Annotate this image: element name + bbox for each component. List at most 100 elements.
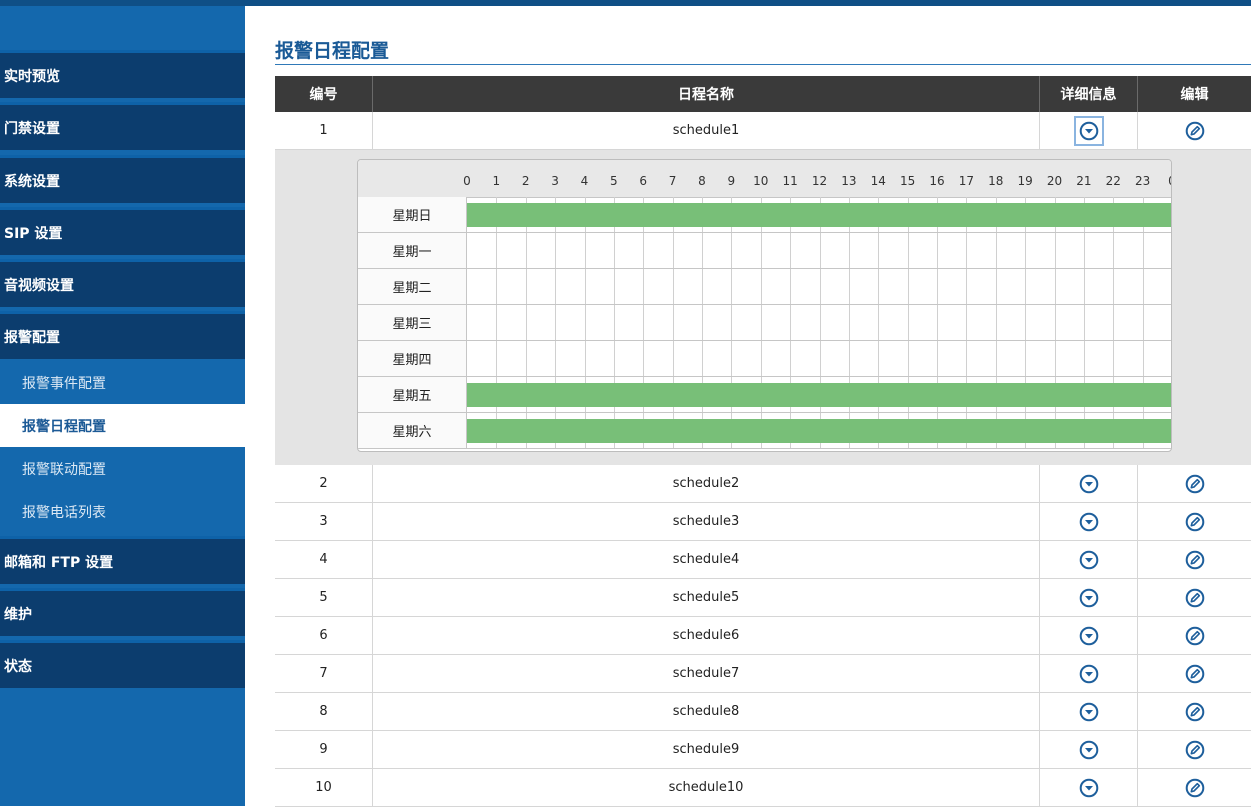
sidebar-item-7[interactable]: 维护 — [0, 588, 245, 636]
row-id: 6 — [275, 617, 373, 654]
hour-gridline — [819, 341, 821, 376]
edit-cell — [1138, 465, 1251, 502]
edit-pencil-icon[interactable] — [1183, 700, 1207, 724]
hour-gridline — [613, 233, 615, 268]
day-label: 星期三 — [358, 305, 467, 341]
row-schedule-name: schedule1 — [373, 112, 1040, 149]
hour-gridline — [819, 305, 821, 340]
sidebar-subitem-0[interactable]: 报警事件配置 — [0, 361, 245, 404]
hour-gridline — [555, 233, 557, 268]
day-time-slots[interactable] — [467, 197, 1171, 233]
chevron-down-icon[interactable] — [1077, 624, 1101, 648]
hour-gridline — [731, 233, 733, 268]
hour-label: 2 — [521, 174, 530, 188]
hour-gridline — [702, 269, 703, 304]
day-time-slots[interactable] — [467, 305, 1171, 341]
hour-gridline — [790, 233, 792, 268]
hour-label: 16 — [929, 174, 945, 188]
chevron-down-icon[interactable] — [1077, 472, 1101, 496]
day-time-slots[interactable] — [467, 341, 1171, 377]
hour-gridline — [496, 305, 498, 340]
hour-label: 1 — [492, 174, 501, 188]
hour-gridline — [525, 233, 527, 268]
hour-label: 18 — [988, 174, 1004, 188]
hour-gridline — [1113, 341, 1115, 376]
hour-gridline — [995, 269, 997, 304]
sidebar-subitem-2[interactable]: 报警联动配置 — [0, 447, 245, 490]
hour-label: 6 — [639, 174, 648, 188]
hour-gridline — [790, 269, 792, 304]
hour-gridline — [760, 305, 762, 340]
hour-label: 11 — [782, 174, 798, 188]
hour-gridline — [1142, 233, 1144, 268]
chevron-down-icon[interactable] — [1077, 738, 1101, 762]
hour-label: 13 — [841, 174, 857, 188]
sidebar-subitem-1[interactable]: 报警日程配置 — [0, 404, 245, 447]
edit-pencil-icon[interactable] — [1183, 586, 1207, 610]
sidebar-item-0[interactable]: 实时预览 — [0, 50, 245, 98]
edit-pencil-icon[interactable] — [1183, 510, 1207, 534]
edit-pencil-icon[interactable] — [1183, 738, 1207, 762]
sidebar-item-4[interactable]: 音视频设置 — [0, 259, 245, 307]
day-time-slots[interactable] — [467, 269, 1171, 305]
sidebar-subitem-3[interactable]: 报警电话列表 — [0, 490, 245, 533]
sidebar-item-6[interactable]: 邮箱和 FTP 设置 — [0, 536, 245, 584]
chevron-down-icon[interactable] — [1077, 700, 1101, 724]
day-time-slots[interactable] — [467, 413, 1171, 449]
edit-pencil-icon[interactable] — [1183, 776, 1207, 800]
chevron-down-icon[interactable] — [1077, 662, 1101, 686]
edit-pencil-icon[interactable] — [1183, 624, 1207, 648]
table-header: 编号 日程名称 详细信息 编辑 — [275, 76, 1251, 112]
sidebar-item-5[interactable]: 报警配置 — [0, 311, 245, 359]
column-header-id: 编号 — [275, 76, 373, 112]
hour-gridline — [848, 341, 850, 376]
table-row: 1 schedule1 — [275, 112, 1251, 150]
hour-gridline — [702, 305, 703, 340]
chevron-down-icon[interactable] — [1077, 586, 1101, 610]
hour-gridline — [760, 269, 762, 304]
sidebar-item-3[interactable]: SIP 设置 — [0, 207, 245, 255]
hour-label: 8 — [698, 174, 706, 188]
hour-gridline — [907, 233, 909, 268]
chevron-down-icon[interactable] — [1073, 115, 1104, 146]
row-id: 3 — [275, 503, 373, 540]
hour-label: 17 — [958, 174, 975, 188]
chevron-down-icon[interactable] — [1077, 776, 1101, 800]
chevron-down-icon[interactable] — [1077, 548, 1101, 572]
chevron-down-icon[interactable] — [1077, 510, 1101, 534]
hour-gridline — [907, 305, 909, 340]
hour-gridline — [525, 341, 527, 376]
hour-label: 20 — [1046, 174, 1063, 188]
sidebar-item-8[interactable]: 状态 — [0, 640, 245, 688]
hour-gridline — [1054, 233, 1056, 268]
edit-pencil-icon[interactable] — [1183, 472, 1207, 496]
schedule-active-bar — [467, 383, 1171, 407]
day-label: 星期六 — [358, 413, 467, 449]
column-header-name: 日程名称 — [373, 76, 1040, 112]
hour-gridline — [790, 341, 792, 376]
edit-pencil-icon[interactable] — [1183, 548, 1207, 572]
sidebar-item-2[interactable]: 系统设置 — [0, 155, 245, 203]
hour-gridline — [1054, 269, 1056, 304]
schedule-active-bar — [467, 203, 1171, 227]
hour-label: 5 — [610, 174, 618, 188]
edit-pencil-icon[interactable] — [1183, 119, 1207, 143]
hour-gridline — [907, 269, 909, 304]
hour-gridline — [1142, 305, 1144, 340]
hour-gridline — [613, 305, 615, 340]
details-cell — [1040, 579, 1138, 616]
hour-gridline — [1142, 269, 1144, 304]
hour-gridline — [848, 269, 850, 304]
day-time-slots[interactable] — [467, 377, 1171, 413]
day-time-slots[interactable] — [467, 233, 1171, 269]
hour-gridline — [731, 269, 733, 304]
hour-gridline — [1054, 341, 1056, 376]
hour-gridline — [1113, 305, 1115, 340]
hour-gridline — [966, 269, 968, 304]
hour-gridline — [496, 269, 498, 304]
row-schedule-name: schedule7 — [373, 655, 1040, 692]
hour-gridline — [731, 305, 733, 340]
edit-pencil-icon[interactable] — [1183, 662, 1207, 686]
details-cell — [1040, 541, 1138, 578]
sidebar-item-1[interactable]: 门禁设置 — [0, 102, 245, 150]
